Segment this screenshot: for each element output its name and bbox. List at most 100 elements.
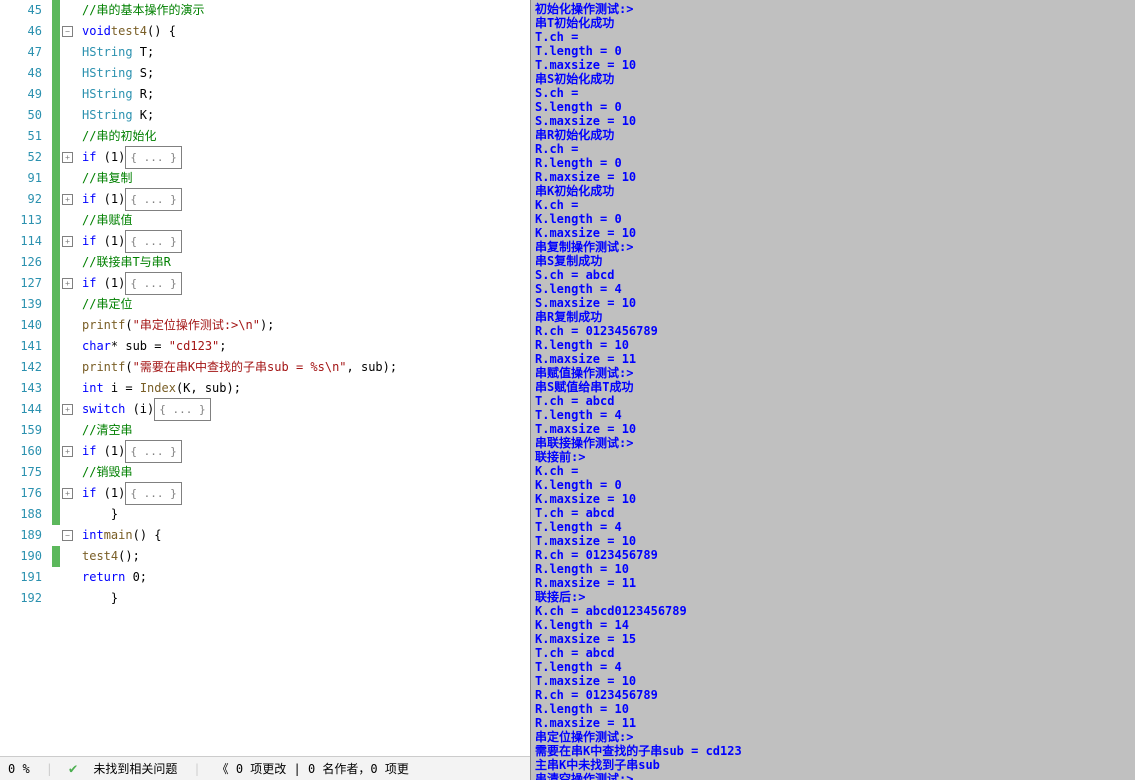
change-marker — [52, 420, 60, 441]
line-number-gutter: 4546474849505152919211311412612713914014… — [0, 0, 52, 756]
change-marker — [52, 147, 60, 168]
code-line[interactable]: //串复制 — [82, 168, 530, 189]
separator: | — [46, 762, 53, 776]
code-line[interactable]: } — [82, 504, 530, 525]
change-marker — [52, 273, 60, 294]
change-marker — [52, 0, 60, 21]
separator: | — [193, 762, 200, 776]
change-marker — [52, 231, 60, 252]
change-marker — [52, 588, 60, 609]
change-marker — [52, 42, 60, 63]
code-line[interactable]: if (1){ ... } — [82, 231, 530, 252]
change-marker — [52, 462, 60, 483]
fold-expand-icon[interactable]: + — [62, 278, 73, 289]
console-output[interactable]: 初始化操作测试:> 串T初始化成功 T.ch = T.length = 0 T.… — [530, 0, 1135, 780]
code-line[interactable]: } — [82, 588, 530, 609]
fold-expand-icon[interactable]: + — [62, 236, 73, 247]
code-line[interactable]: printf("需要在串K中查找的子串sub = %s\n", sub); — [82, 357, 530, 378]
fold-column[interactable]: − + + + + + + + − — [60, 0, 78, 756]
change-marker — [52, 525, 60, 546]
change-marker — [52, 336, 60, 357]
line-number: 50 — [0, 105, 42, 126]
code-line[interactable]: //清空串 — [82, 420, 530, 441]
line-number: 45 — [0, 0, 42, 21]
code-line[interactable]: printf("串定位操作测试:>\n"); — [82, 315, 530, 336]
line-number: 51 — [0, 126, 42, 147]
line-number: 48 — [0, 63, 42, 84]
code-line[interactable]: if (1){ ... } — [82, 147, 530, 168]
code-line[interactable]: if (1){ ... } — [82, 273, 530, 294]
zoom-level[interactable]: 0 % — [8, 762, 30, 776]
fold-expand-icon[interactable]: + — [62, 152, 73, 163]
code-line[interactable]: //串定位 — [82, 294, 530, 315]
code-line[interactable]: if (1){ ... } — [82, 189, 530, 210]
line-number: 190 — [0, 546, 42, 567]
change-marker — [52, 189, 60, 210]
code-editor[interactable]: 4546474849505152919211311412612713914014… — [0, 0, 530, 780]
change-marker — [52, 378, 60, 399]
fold-collapse-icon[interactable]: − — [62, 26, 73, 37]
fold-expand-icon[interactable]: + — [62, 488, 73, 499]
code-line[interactable]: if (1){ ... } — [82, 441, 530, 462]
code-line[interactable]: //销毁串 — [82, 462, 530, 483]
line-number: 49 — [0, 84, 42, 105]
code-line[interactable]: HString K; — [82, 105, 530, 126]
code-line[interactable]: HString T; — [82, 42, 530, 63]
vcs-stats[interactable]: 0 项更改 | 0 名作者，0 项更 — [236, 762, 409, 776]
fold-collapse-icon[interactable]: − — [62, 530, 73, 541]
code-line[interactable]: //串的基本操作的演示 — [82, 0, 530, 21]
line-number: 140 — [0, 315, 42, 336]
code-line[interactable]: HString R; — [82, 84, 530, 105]
code-line[interactable]: switch (i){ ... } — [82, 399, 530, 420]
code-content[interactable]: //串的基本操作的演示 void test4() { HString T; HS… — [78, 0, 530, 756]
fold-expand-icon[interactable]: + — [62, 404, 73, 415]
line-number: 175 — [0, 462, 42, 483]
fold-expand-icon[interactable]: + — [62, 194, 73, 205]
code-line[interactable]: char* sub = "cd123"; — [82, 336, 530, 357]
line-number: 52 — [0, 147, 42, 168]
line-number: 192 — [0, 588, 42, 609]
line-number: 142 — [0, 357, 42, 378]
line-number: 46 — [0, 21, 42, 42]
line-number: 126 — [0, 252, 42, 273]
check-circle-icon: ✔ — [69, 761, 77, 777]
line-number: 141 — [0, 336, 42, 357]
code-line[interactable]: //联接串T与串R — [82, 252, 530, 273]
change-marker — [52, 21, 60, 42]
status-bar: 0 % | ✔ 未找到相关问题 | 《 0 项更改 | 0 名作者，0 项更 — [0, 756, 530, 780]
change-marker — [52, 567, 60, 588]
change-marker — [52, 105, 60, 126]
change-marker — [52, 63, 60, 84]
code-line[interactable]: //串赋值 — [82, 210, 530, 231]
change-marker — [52, 504, 60, 525]
fold-expand-icon[interactable]: + — [62, 446, 73, 457]
line-number: 176 — [0, 483, 42, 504]
change-marker — [52, 294, 60, 315]
code-line[interactable]: void test4() { — [82, 21, 530, 42]
change-marker — [52, 84, 60, 105]
change-marker — [52, 252, 60, 273]
vcs-prefix-icon: 《 — [217, 762, 229, 776]
line-number: 139 — [0, 294, 42, 315]
code-line[interactable]: test4(); — [82, 546, 530, 567]
line-number: 191 — [0, 567, 42, 588]
code-line[interactable]: HString S; — [82, 63, 530, 84]
line-number: 47 — [0, 42, 42, 63]
line-number: 189 — [0, 525, 42, 546]
change-marker-column — [52, 0, 60, 756]
code-line[interactable]: if (1){ ... } — [82, 483, 530, 504]
line-number: 160 — [0, 441, 42, 462]
change-marker — [52, 546, 60, 567]
code-line[interactable]: //串的初始化 — [82, 126, 530, 147]
issues-status[interactable]: 未找到相关问题 — [93, 760, 177, 777]
line-number: 91 — [0, 168, 42, 189]
change-marker — [52, 441, 60, 462]
code-line[interactable]: int main() { — [82, 525, 530, 546]
change-marker — [52, 168, 60, 189]
line-number: 114 — [0, 231, 42, 252]
code-line[interactable]: return 0; — [82, 567, 530, 588]
change-marker — [52, 210, 60, 231]
change-marker — [52, 126, 60, 147]
change-marker — [52, 357, 60, 378]
code-line[interactable]: int i = Index(K, sub); — [82, 378, 530, 399]
